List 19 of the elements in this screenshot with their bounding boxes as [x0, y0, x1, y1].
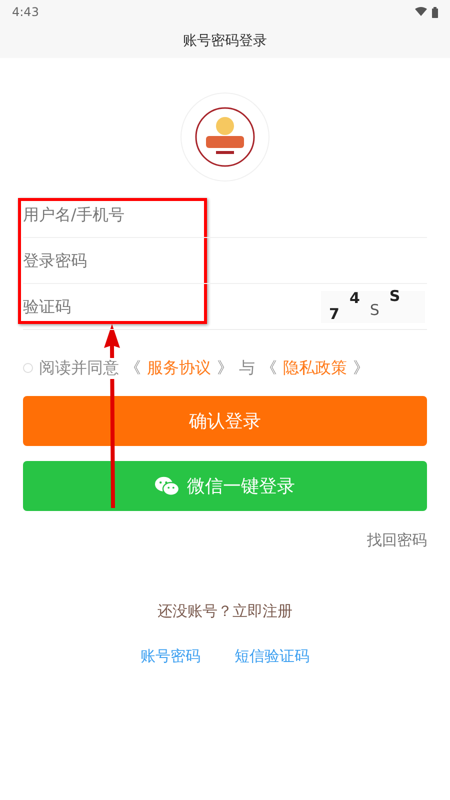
login-mode-link[interactable]: 短信验证码 [234, 647, 310, 666]
agreement-link[interactable]: 服务协议 [147, 358, 211, 378]
forgot-password-link[interactable]: 找回密码 [367, 531, 427, 550]
wifi-icon [415, 7, 427, 17]
captcha-image[interactable]: 7 4 S S [321, 290, 425, 322]
agreement-radio[interactable] [23, 363, 33, 373]
battery-icon [432, 6, 438, 18]
input-field[interactable]: 验证码 [23, 292, 321, 322]
wechat-icon [155, 476, 179, 496]
register-link[interactable]: 还没账号？立即注册 [158, 602, 292, 621]
login-button[interactable]: 确认登录 [23, 396, 427, 446]
logo-icon [180, 92, 270, 182]
agreement-link[interactable]: 隐私政策 [283, 358, 347, 378]
page-title: 账号密码登录 [183, 32, 267, 50]
wechat-login-button[interactable]: 微信一键登录 [23, 461, 427, 511]
login-mode-link[interactable]: 账号密码 [140, 647, 200, 666]
status-time: 4:43 [12, 5, 40, 19]
input-field[interactable]: 用户名/手机号 [23, 200, 427, 230]
input-field[interactable]: 登录密码 [23, 246, 427, 276]
